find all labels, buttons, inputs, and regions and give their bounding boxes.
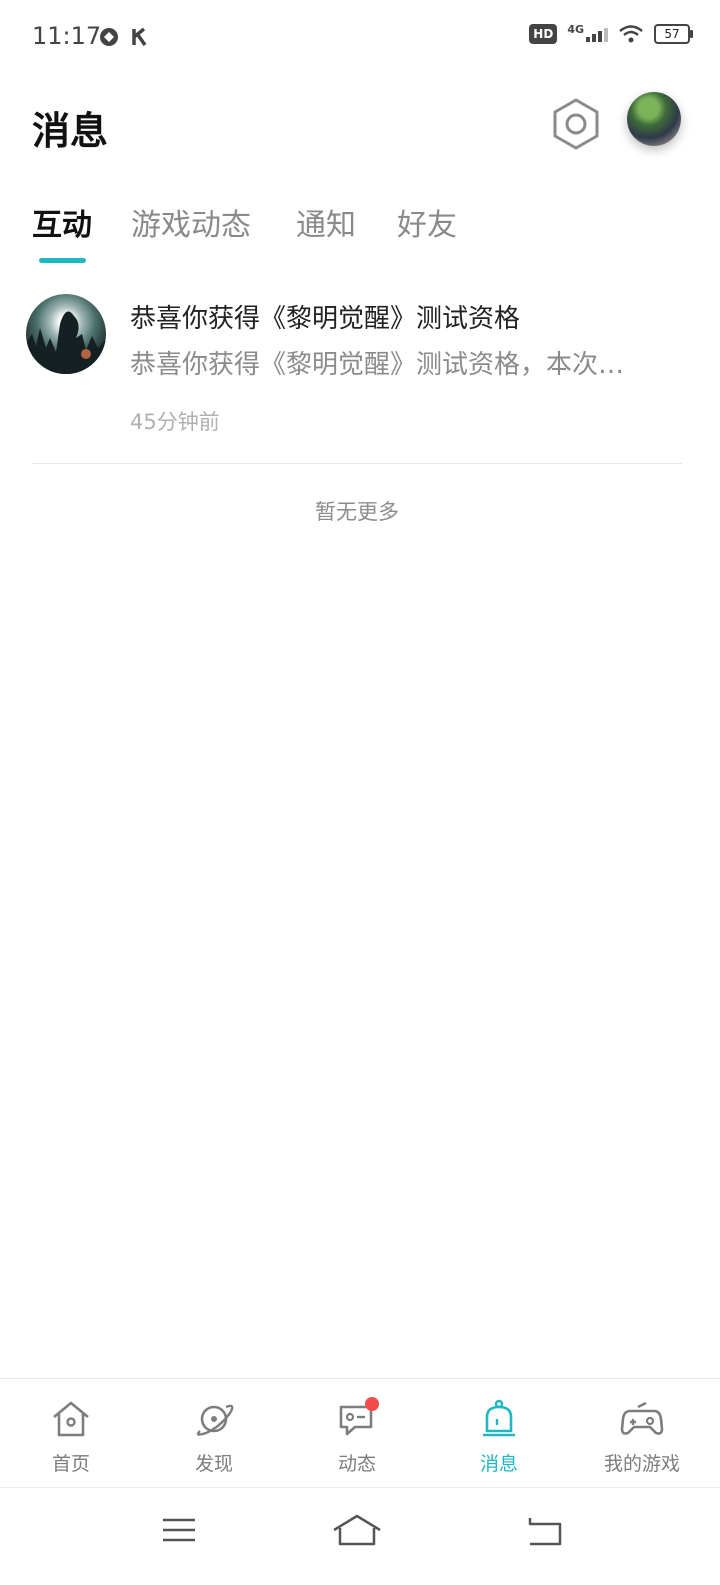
back-icon <box>528 1518 562 1546</box>
game-avatar-image <box>26 311 106 374</box>
nav-label-my-games: 我的游戏 <box>603 1453 680 1475</box>
active-tab-indicator <box>39 258 86 263</box>
nav-label-discover: 发现 <box>194 1453 233 1475</box>
list-divider <box>32 463 682 464</box>
network-type: 4G <box>567 23 584 36</box>
menu-icon <box>163 1518 195 1542</box>
unread-badge <box>365 1397 379 1411</box>
tab-notifications[interactable]: 通知 <box>296 200 356 244</box>
status-time: 11:17 <box>32 22 102 50</box>
home-button[interactable] <box>332 1510 382 1550</box>
tab-game-news[interactable]: 游戏动态 <box>131 200 251 244</box>
message-tabs: 互动 游戏动态 通知 好友 <box>0 196 720 266</box>
message-title: 恭喜你获得《黎明觉醒》测试资格 <box>130 304 521 334</box>
nav-messages[interactable]: 消息 <box>439 1397 559 1476</box>
chat-icon <box>335 1397 379 1441</box>
page-title: 消息 <box>32 109 109 153</box>
tab-interaction[interactable]: 互动 <box>32 200 92 244</box>
message-item[interactable]: 恭喜你获得《黎明觉醒》测试资格 恭喜你获得《黎明觉醒》测试资格，本次… 45分钟… <box>0 288 720 464</box>
home-icon <box>49 1397 93 1441</box>
hd-badge: HD <box>529 24 558 44</box>
battery-indicator: 57 <box>654 24 693 44</box>
message-avatar <box>26 294 106 374</box>
message-preview: 恭喜你获得《黎明觉醒》测试资格，本次… <box>130 350 625 380</box>
nav-feed[interactable]: 动态 <box>297 1397 417 1476</box>
signal-indicator: 4G <box>567 23 608 42</box>
message-time: 45分钟前 <box>130 410 220 434</box>
bottom-nav: 首页 发现 动态 消息 我的游戏 <box>0 1378 720 1487</box>
settings-button[interactable] <box>546 94 606 154</box>
user-avatar[interactable] <box>627 92 681 146</box>
status-right-icons: HD 4G 57 <box>529 23 693 44</box>
status-left-icons <box>98 26 148 48</box>
k-app-icon <box>132 27 147 47</box>
page-header: 消息 <box>0 84 720 164</box>
status-bar: 11:17 HD 4G 57 <box>0 0 720 76</box>
sync-icon <box>100 28 118 46</box>
back-button[interactable] <box>520 1510 570 1550</box>
planet-icon <box>192 1397 236 1441</box>
nav-label-home: 首页 <box>51 1453 90 1475</box>
gamepad-icon <box>620 1397 664 1441</box>
signal-icon <box>586 28 608 42</box>
nav-discover[interactable]: 发现 <box>154 1397 274 1476</box>
no-more-text: 暂无更多 <box>315 500 399 524</box>
menu-button[interactable] <box>153 1510 203 1550</box>
tab-friends[interactable]: 好友 <box>397 200 457 244</box>
bell-icon <box>477 1397 521 1441</box>
system-home-icon <box>333 1514 381 1546</box>
nav-home[interactable]: 首页 <box>11 1397 131 1476</box>
wifi-icon <box>619 25 643 43</box>
nav-label-messages: 消息 <box>479 1453 518 1475</box>
nav-my-games[interactable]: 我的游戏 <box>582 1397 702 1476</box>
system-nav-bar <box>0 1487 720 1585</box>
hexagon-settings-icon <box>553 98 599 150</box>
nav-label-feed: 动态 <box>337 1453 376 1475</box>
